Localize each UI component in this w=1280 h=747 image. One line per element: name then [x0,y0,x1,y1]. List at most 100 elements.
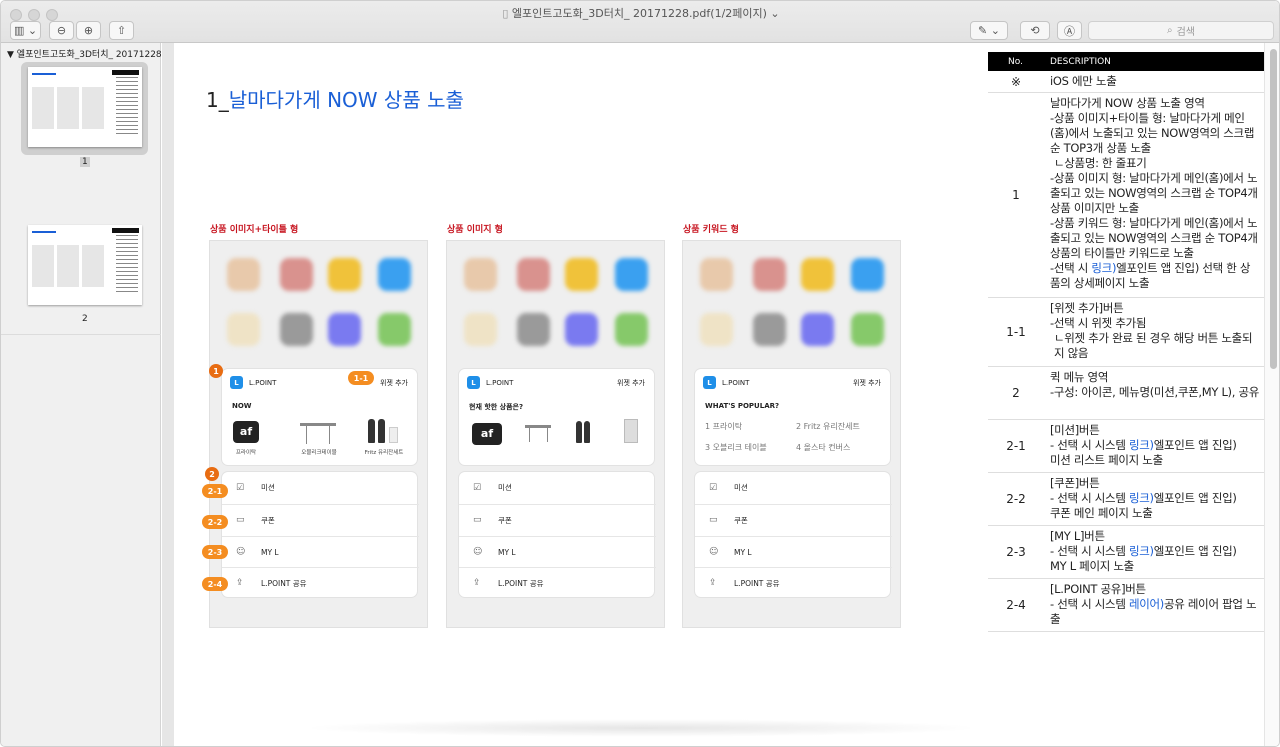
phone-caption-1: 상품 이미지+타이틀 형 [210,225,299,235]
menu-item-mission[interactable]: ☑ 미션 [222,472,419,503]
zoom-in-button[interactable]: ⊕ [76,21,101,40]
bottle-product-image[interactable] [368,419,375,443]
app-icon [753,313,786,346]
bag-product-image[interactable]: af [472,423,502,445]
app-icon [378,313,411,346]
phone-mockup-3: L L.POINT 위젯 추가 WHAT'S POPULAR? 1 프라이탁 2 … [682,240,901,628]
bottle-product-image[interactable] [576,421,582,443]
window-title[interactable]: ▯ 엘포인트고도화_3D터치_ 20171228.pdf(1/2페이지) ⌄ [1,5,1279,21]
product-name: Fritz 유리잔세트 [364,450,404,456]
menu-item-mission[interactable]: ☑ 미션 [695,472,892,503]
menu-item-my-l[interactable]: ☺ MY L [695,536,892,567]
keyword-widget-card[interactable]: L L.POINT 위젯 추가 WHAT'S POPULAR? 1 프라이탁 2 … [694,368,891,466]
lpoint-brand: L L.POINT [230,376,276,389]
description-row: 2-3 [MY L]버튼 - 선택 시 시스템 링크)엘포인트 앱 진입) MY… [988,526,1264,579]
page-number-label-1: 1 [80,157,90,167]
lpoint-brand: L L.POINT [703,376,749,389]
share-icon: ⇪ [473,578,481,588]
keyword-item[interactable]: 4 올스타 컨버스 [796,442,850,453]
quick-menu-card: ☑ 미션 ▭ 쿠폰 ☺ MY L ⇪ L.POINT 공유 [458,471,656,598]
share-button[interactable]: ⇧ [109,21,134,40]
description-table-header: No. DESCRIPTION [988,52,1264,71]
menu-item-share[interactable]: ⇪ L.POINT 공유 [695,567,892,598]
app-icon [378,258,411,291]
description-row: ※ iOS 에만 노출 [988,71,1264,93]
app-icon [801,313,834,346]
description-row: 2-2 [쿠폰]버튼 - 선택 시 시스템 링크)엘포인트 앱 진입) 쿠폰 메… [988,473,1264,526]
menu-item-share[interactable]: ⇪ L.POINT 공유 [222,567,419,598]
share-icon: ⇪ [709,578,717,588]
menu-item-coupon[interactable]: ▭ 쿠폰 [222,504,419,535]
page-thumbnail-2[interactable] [28,225,142,305]
widget-section-title: WHAT'S POPULAR? [705,402,780,410]
app-icon [565,258,598,291]
scrollbar-thumb[interactable] [1270,49,1277,369]
rotate-icon: ⟲ [1030,24,1040,37]
page-shadow [301,719,981,737]
app-icon [801,258,834,291]
sidebar-icon: ▥ ⌄ [13,24,38,37]
chevron-down-icon: ⌄ [770,7,780,20]
add-widget-button[interactable]: 위젯 추가 [380,378,408,388]
lpoint-logo-icon: L [703,376,716,389]
page-number-label-2: 2 [82,314,88,324]
pdf-file-icon: ▯ [502,7,512,20]
menu-item-my-l[interactable]: ☺ MY L [459,536,656,567]
smiley-icon: ☺ [473,547,483,557]
rotate-button[interactable]: ⟲ [1020,21,1050,40]
page-title: 1_날마다가게 NOW 상품 노출 [206,88,464,112]
markup-icon: Ⓐ [1064,24,1075,38]
phone-mockup-2: L L.POINT 위젯 추가 현재 핫한 상품은? af ☑ 미션 ▭ 쿠폰 ☺ MY… [446,240,665,628]
app-icon [517,258,550,291]
pouch-product-image[interactable] [624,419,638,443]
smiley-icon: ☺ [236,547,246,557]
add-widget-button[interactable]: 위젯 추가 [617,378,645,388]
bag-product-image[interactable]: af [233,421,259,443]
title-bar: ▯ 엘포인트고도화_3D터치_ 20171228.pdf(1/2페이지) ⌄ ▥… [1,1,1279,43]
app-icon [615,313,648,346]
annotation-badge-1-1: 1-1 [348,371,374,385]
now-widget-card[interactable]: L L.POINT 위젯 추가 NOW af 프라이탁 오블리크테이블 Fritz… [221,368,418,466]
markup-toolbar-button[interactable]: Ⓐ [1057,21,1082,40]
sidebar-document-header[interactable]: ▼ 엘포인트고도화_3D터치_ 20171228... [7,47,170,60]
app-icon [464,313,497,346]
hot-products-widget-card[interactable]: L L.POINT 위젯 추가 현재 핫한 상품은? af [458,368,655,466]
menu-item-coupon[interactable]: ▭ 쿠폰 [459,504,656,535]
markup-pen-button[interactable]: ✎ ⌄ [970,21,1008,40]
lpoint-logo-icon: L [230,376,243,389]
product-name: 오블리크테이블 [301,450,337,456]
keyword-item[interactable]: 2 Fritz 유리잔세트 [796,421,860,432]
menu-item-my-l[interactable]: ☺ MY L [222,536,419,567]
app-icon [615,258,648,291]
description-row: 2-4 [L.POINT 공유]버튼 - 선택 시 시스템 레이어)공유 레이어… [988,579,1264,632]
app-icon [227,313,260,346]
quick-menu-card: ☑ 미션 ▭ 쿠폰 ☺ MY L ⇪ L.POINT 공유 [694,471,892,598]
description-row: 1-1 [위젯 추가]버튼 -선택 시 위젯 추가됨 ㄴ위젯 추가 완료 된 경… [988,298,1264,367]
widget-section-title: 현재 핫한 상품은? [469,403,524,411]
product-name: 프라이탁 [235,450,257,456]
zoom-out-button[interactable]: ⊖ [49,21,74,40]
vertical-scrollbar[interactable] [1264,43,1279,746]
search-icon: ⌕ [1166,25,1173,36]
menu-item-share[interactable]: ⇪ L.POINT 공유 [459,567,656,598]
header-description: DESCRIPTION [1050,56,1111,67]
page-thumbnail-1[interactable] [28,67,142,147]
pen-icon: ✎ ⌄ [978,24,1000,37]
menu-item-mission[interactable]: ☑ 미션 [459,472,656,503]
menu-item-coupon[interactable]: ▭ 쿠폰 [695,504,892,535]
disclosure-triangle-icon: ▼ [7,50,17,60]
app-icon [227,258,260,291]
lpoint-logo-icon: L [467,376,480,389]
phone-caption-2: 상품 이미지 형 [447,225,503,235]
phone-caption-3: 상품 키워드 형 [683,225,739,235]
annotation-badge-1: 1 [209,364,223,378]
ticket-icon: ▭ [473,515,482,525]
sidebar-toggle-button[interactable]: ▥ ⌄ [10,21,41,40]
ticket-icon: ▭ [709,515,718,525]
add-widget-button[interactable]: 위젯 추가 [853,378,881,388]
app-icon [280,313,313,346]
keyword-item[interactable]: 3 오블리크 테이블 [705,442,767,453]
search-field[interactable]: ⌕ 검색 [1088,21,1274,40]
keyword-item[interactable]: 1 프라이탁 [705,421,742,432]
app-icon [851,258,884,291]
